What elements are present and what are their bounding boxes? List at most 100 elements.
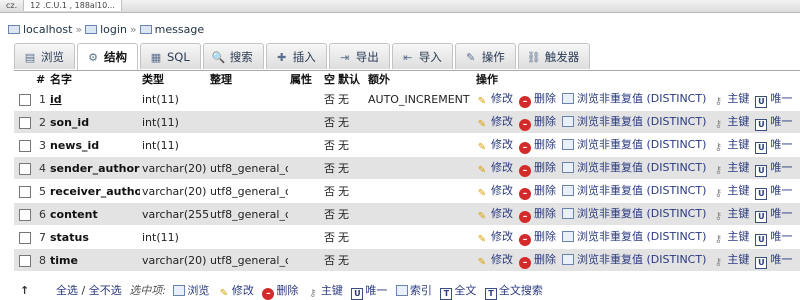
browse-distinct-button[interactable]: 浏览非重复值 (DISTINCT) xyxy=(562,228,706,244)
bulk-fulltext-button[interactable]: T 全文 xyxy=(440,284,476,300)
tab-export[interactable]: ⇥ 导出 xyxy=(328,43,390,69)
tab-search[interactable]: 🔍 搜索 xyxy=(202,43,264,69)
row-actions: ✎ 修改 – 删除 浏览非重复值 (DISTINCT) ⚷ 主键 U 唯一 xyxy=(474,225,800,249)
browse-distinct-button[interactable]: 浏览非重复值 (DISTINCT) xyxy=(562,251,706,267)
uncheck-all-link[interactable]: 全不选 xyxy=(89,284,122,297)
row-checkbox[interactable] xyxy=(19,162,31,175)
field-name[interactable]: id xyxy=(50,93,62,106)
unique-button[interactable]: U 唯一 xyxy=(755,159,792,177)
tab-insert[interactable]: ✚ 插入 xyxy=(265,43,327,69)
delete-button[interactable]: – 删除 xyxy=(519,113,556,131)
delete-button-label: 删除 xyxy=(534,230,556,243)
field-name[interactable]: content xyxy=(50,208,98,221)
row-checkbox[interactable] xyxy=(19,139,31,152)
unique-button-label: 唯一 xyxy=(770,184,793,197)
primary-key-button[interactable]: ⚷ 主键 xyxy=(712,159,750,177)
field-collation: utf8_general_ci xyxy=(208,248,288,271)
delete-button[interactable]: – 删除 xyxy=(519,182,556,200)
primary-key-button[interactable]: ⚷ 主键 xyxy=(712,136,750,154)
unique-button[interactable]: U 唯一 xyxy=(755,228,792,246)
bulk-fulltext-search-button[interactable]: T 全文搜索 xyxy=(484,284,543,300)
primary-key-button[interactable]: ⚷ 主键 xyxy=(712,205,750,223)
browse-distinct-button[interactable]: 浏览非重复值 (DISTINCT) xyxy=(562,113,706,129)
primary-key-button[interactable]: ⚷ 主键 xyxy=(712,228,750,246)
field-name[interactable]: time xyxy=(50,254,78,267)
tab-structure[interactable]: ⚙ 结构 xyxy=(77,43,138,70)
unique-button[interactable]: U 唯一 xyxy=(755,182,792,200)
breadcrumb-database[interactable]: login xyxy=(100,23,127,36)
bulk-unique-button[interactable]: U 唯一 xyxy=(351,284,387,300)
field-null: 否 xyxy=(322,156,336,180)
row-checkbox[interactable] xyxy=(19,208,31,221)
tab-label: 导入 xyxy=(418,50,442,64)
unique-button[interactable]: U 唯一 xyxy=(755,205,792,223)
browse-distinct-button[interactable]: 浏览非重复值 (DISTINCT) xyxy=(562,159,706,175)
edit-button-label: 修改 xyxy=(491,230,513,243)
row-number: 2 xyxy=(34,110,48,134)
field-attributes xyxy=(288,225,322,249)
primary-key-button[interactable]: ⚷ 主键 xyxy=(712,182,750,200)
check-all-link[interactable]: 全选 xyxy=(56,284,78,297)
unique-button[interactable]: U 唯一 xyxy=(755,136,792,154)
delete-button[interactable]: – 删除 xyxy=(519,205,556,223)
bulk-edit-button[interactable]: ✎ 修改 xyxy=(218,284,254,299)
delete-button[interactable]: – 删除 xyxy=(519,228,556,246)
field-name[interactable]: news_id xyxy=(50,139,99,152)
bulk-delete-button[interactable]: – 删除 xyxy=(262,284,299,300)
unique-button[interactable]: U 唯一 xyxy=(755,90,792,108)
edit-button[interactable]: ✎ 修改 xyxy=(476,113,513,131)
edit-button[interactable]: ✎ 修改 xyxy=(476,90,513,108)
edit-button[interactable]: ✎ 修改 xyxy=(476,159,513,177)
edit-button[interactable]: ✎ 修改 xyxy=(476,228,513,246)
bulk-primary-button[interactable]: ⚷ 主键 xyxy=(307,284,343,299)
field-name[interactable]: receiver_author xyxy=(50,185,140,198)
delete-button[interactable]: – 删除 xyxy=(519,90,556,108)
browse-icon: ▤ xyxy=(24,51,36,64)
row-checkbox[interactable] xyxy=(19,254,31,267)
edit-button[interactable]: ✎ 修改 xyxy=(476,205,513,223)
breadcrumb-separator: » xyxy=(75,23,83,36)
browser-tab[interactable]: 12 .C.U.1 , 188al10... xyxy=(24,0,122,11)
tab-sql[interactable]: ▦ SQL xyxy=(140,43,201,69)
browse-distinct-button[interactable]: 浏览非重复值 (DISTINCT) xyxy=(562,136,706,152)
delete-button-label: 删除 xyxy=(534,207,556,220)
bulk-browse-button[interactable]: 浏览 xyxy=(173,284,209,297)
tab-triggers[interactable]: ⛓ 触发器 xyxy=(517,43,591,69)
browse-distinct-button[interactable]: 浏览非重复值 (DISTINCT) xyxy=(562,90,706,106)
row-actions: ✎ 修改 – 删除 浏览非重复值 (DISTINCT) ⚷ 主键 U 唯一 xyxy=(474,179,800,203)
row-checkbox[interactable] xyxy=(19,116,31,129)
browse-icon xyxy=(562,116,574,127)
field-name[interactable]: sender_author xyxy=(50,162,139,175)
edit-button[interactable]: ✎ 修改 xyxy=(476,182,513,200)
delete-button[interactable]: – 删除 xyxy=(519,251,556,269)
delete-button[interactable]: – 删除 xyxy=(519,159,556,177)
field-name[interactable]: status xyxy=(50,231,89,244)
primary-key-button[interactable]: ⚷ 主键 xyxy=(712,90,750,108)
delete-button[interactable]: – 删除 xyxy=(519,136,556,154)
browser-tab[interactable]: cz. xyxy=(0,0,25,11)
breadcrumb-table[interactable]: message xyxy=(155,23,204,36)
browse-distinct-button[interactable]: 浏览非重复值 (DISTINCT) xyxy=(562,182,706,198)
tab-import[interactable]: ⇤ 导入 xyxy=(391,43,453,69)
tab-label: SQL xyxy=(167,50,190,64)
row-checkbox[interactable] xyxy=(19,93,31,106)
tab-operations[interactable]: ✎ 操作 xyxy=(454,43,516,69)
breadcrumb-server[interactable]: localhost xyxy=(23,23,72,36)
unique-button[interactable]: U 唯一 xyxy=(755,113,792,131)
field-name[interactable]: son_id xyxy=(50,116,89,129)
sql-icon: ▦ xyxy=(150,51,162,64)
primary-key-button[interactable]: ⚷ 主键 xyxy=(712,251,750,269)
row-checkbox[interactable] xyxy=(19,231,31,244)
edit-button[interactable]: ✎ 修改 xyxy=(476,251,513,269)
column-header-name[interactable]: 名字 xyxy=(48,71,140,88)
unique-button[interactable]: U 唯一 xyxy=(755,251,792,269)
browse-distinct-button[interactable]: 浏览非重复值 (DISTINCT) xyxy=(562,205,706,221)
bulk-delete-label: 删除 xyxy=(276,284,299,297)
edit-button[interactable]: ✎ 修改 xyxy=(476,136,513,154)
delete-icon: – xyxy=(519,119,531,131)
tab-browse[interactable]: ▤ 浏览 xyxy=(14,43,75,69)
primary-key-button[interactable]: ⚷ 主键 xyxy=(712,113,750,131)
browser-tab-strip: cz. 12 .C.U.1 , 188al10... xyxy=(0,0,800,13)
row-checkbox[interactable] xyxy=(19,185,31,198)
bulk-index-button[interactable]: 索引 xyxy=(395,284,432,297)
